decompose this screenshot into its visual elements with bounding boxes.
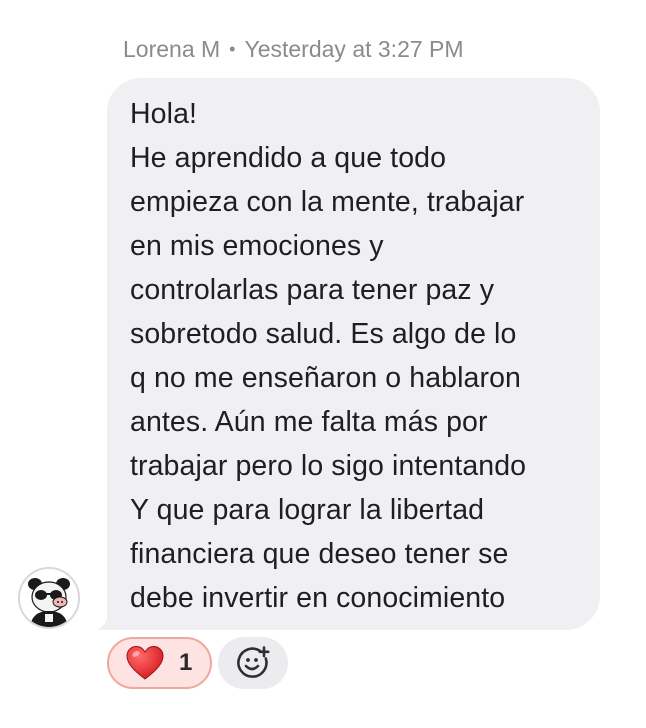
message-line: He aprendido a que todo — [130, 142, 447, 174]
message-line: antes. Aún me falta más por — [130, 406, 488, 438]
message-line: q no me enseñaron o hablaron — [130, 362, 522, 394]
author-name[interactable]: Lorena M — [123, 36, 220, 63]
reaction-count: 1 — [179, 649, 193, 676]
message-meta: Lorena M • Yesterday at 3:27 PM — [123, 36, 464, 63]
reactions-bar: 1 — [107, 637, 289, 689]
message-line: Hola! — [130, 98, 198, 130]
message-line: trabajar pero lo sigo intentando — [130, 450, 527, 482]
message-line: debe invertir en conocimiento — [130, 582, 506, 614]
message-bubble[interactable]: Hola! He aprendido a que todo empieza co… — [107, 78, 600, 630]
message-line: empieza con la mente, trabajar — [130, 186, 525, 218]
message-line: financiera que deseo tener se — [130, 538, 509, 570]
message-line: Y que para lograr la libertad — [130, 494, 485, 526]
meta-separator: • — [229, 39, 236, 59]
avatar[interactable] — [18, 567, 80, 629]
message-line: sobretodo salud. Es algo de lo — [130, 318, 517, 350]
heart-reaction-button[interactable]: 1 — [107, 637, 213, 689]
add-reaction-button[interactable] — [218, 637, 289, 689]
add-emoji-icon — [237, 646, 270, 678]
message-line: controlarlas para tener paz y — [130, 274, 495, 306]
message-line: en mis emociones y — [130, 230, 384, 262]
message-timestamp: Yesterday at 3:27 PM — [244, 36, 464, 62]
heart-icon — [126, 645, 164, 680]
panda-avatar-icon — [20, 569, 78, 627]
